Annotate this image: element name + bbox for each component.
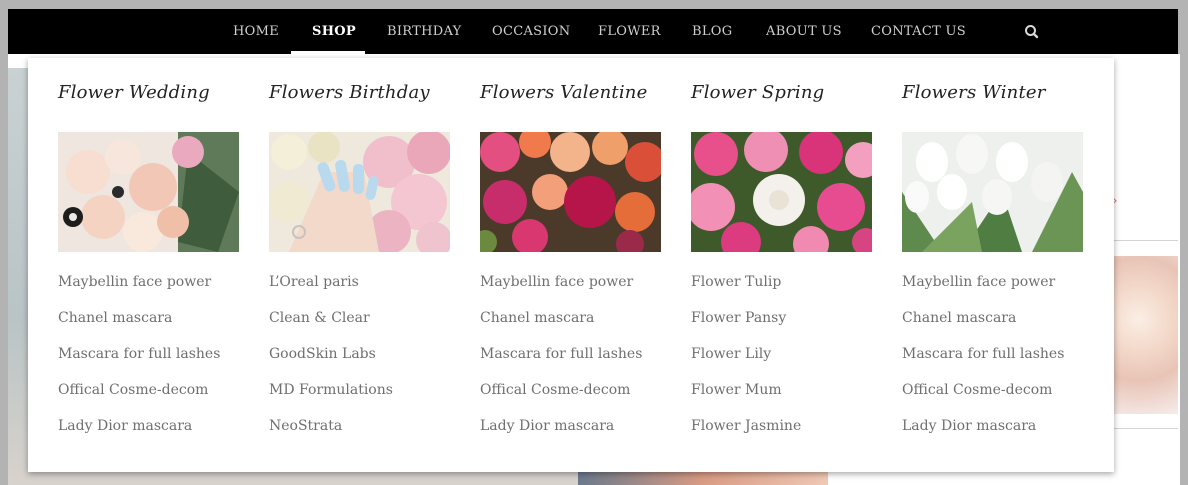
menu-link[interactable]: Flower Jasmine [691,416,801,452]
menu-link[interactable]: Offical Cosme-decom [58,380,220,416]
nav-menu: HOME SHOP BIRTHDAY OCCASION FLOWER BLOG … [8,9,1178,54]
menu-link[interactable]: Offical Cosme-decom [480,380,642,416]
menu-link[interactable]: Maybellin face power [480,272,642,308]
menu-link[interactable]: Flower Mum [691,380,801,416]
menu-link[interactable]: Lady Dior mascara [480,416,642,452]
column-title[interactable]: Flowers Birthday [269,82,430,103]
menu-link[interactable]: Lady Dior mascara [902,416,1064,452]
menu-link[interactable]: Flower Lily [691,344,801,380]
menu-link[interactable]: Mascara for full lashes [480,344,642,380]
valentine-bouquet-image[interactable] [480,132,661,252]
nav-item-shop[interactable]: SHOP [312,9,356,54]
menu-link[interactable]: Clean & Clear [269,308,393,344]
birthday-hand-flowers-image[interactable] [269,132,450,252]
search-icon[interactable] [1023,23,1041,41]
column-link-list: L’Oreal paris Clean & Clear GoodSkin Lab… [269,272,393,452]
nav-item-about-us[interactable]: ABOUT US [766,9,842,54]
menu-link[interactable]: Chanel mascara [480,308,642,344]
shop-mega-menu: Flower Wedding Maybellin face power Chan… [28,58,1114,472]
active-tab-indicator [291,51,365,55]
nav-item-home[interactable]: HOME [233,9,279,54]
menu-link[interactable]: MD Formulations [269,380,393,416]
column-title[interactable]: Flowers Winter [902,82,1046,103]
sidebar-product-image[interactable] [1112,256,1178,414]
nav-item-flower[interactable]: FLOWER [598,9,661,54]
menu-link[interactable]: Flower Tulip [691,272,801,308]
column-title[interactable]: Flowers Valentine [480,82,647,103]
menu-link[interactable]: Chanel mascara [902,308,1064,344]
menu-link[interactable]: NeoStrata [269,416,393,452]
nav-item-contact-us[interactable]: CONTACT US [871,9,966,54]
nav-item-birthday[interactable]: BIRTHDAY [387,9,462,54]
spring-peonies-image[interactable] [691,132,872,252]
menu-link[interactable]: Maybellin face power [58,272,220,308]
menu-link[interactable]: Offical Cosme-decom [902,380,1064,416]
menu-link[interactable]: Mascara for full lashes [58,344,220,380]
nav-item-blog[interactable]: BLOG [692,9,732,54]
column-link-list: Maybellin face power Chanel mascara Masc… [902,272,1064,452]
column-title[interactable]: Flower Wedding [58,82,210,103]
menu-link[interactable]: Mascara for full lashes [902,344,1064,380]
column-link-list: Flower Tulip Flower Pansy Flower Lily Fl… [691,272,801,452]
wedding-bouquet-image[interactable] [58,132,239,252]
menu-link[interactable]: Lady Dior mascara [58,416,220,452]
nav-item-occasion[interactable]: OCCASION [492,9,570,54]
menu-link[interactable]: Flower Pansy [691,308,801,344]
sidebar-divider [1112,240,1178,241]
menu-link[interactable]: Maybellin face power [902,272,1064,308]
menu-link[interactable]: L’Oreal paris [269,272,393,308]
menu-link[interactable]: GoodSkin Labs [269,344,393,380]
column-link-list: Maybellin face power Chanel mascara Masc… [58,272,220,452]
sidebar-divider [1112,428,1178,429]
column-link-list: Maybellin face power Chanel mascara Masc… [480,272,642,452]
main-navbar: HOME SHOP BIRTHDAY OCCASION FLOWER BLOG … [8,9,1178,55]
menu-link[interactable]: Chanel mascara [58,308,220,344]
winter-tulips-image[interactable] [902,132,1083,252]
column-title[interactable]: Flower Spring [691,82,824,103]
